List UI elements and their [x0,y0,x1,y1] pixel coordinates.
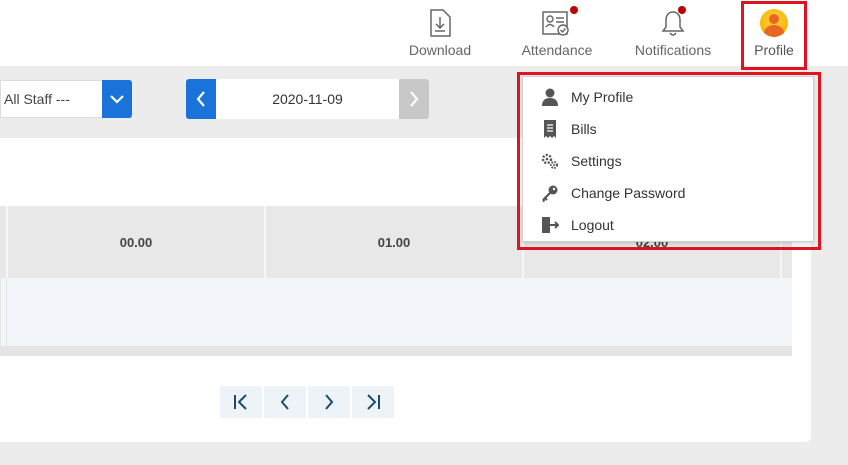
staff-select-value: All Staff --- [4,91,70,107]
column-header: 00.00 [6,206,264,278]
top-bar: Download Attendance Notifications Profil… [0,0,848,70]
attendance-label: Attendance [521,42,593,58]
last-page-icon [367,394,380,410]
pagination [220,386,394,418]
previous-date-button[interactable] [186,79,216,119]
row-divider [6,278,7,346]
profile-label: Profile [754,42,794,58]
next-page-button[interactable] [308,386,350,418]
notifications-label: Notifications [634,42,712,58]
table-row [0,278,792,346]
last-page-button[interactable] [352,386,394,418]
profile-button[interactable]: Profile [741,1,807,70]
attendance-badge [570,6,578,14]
first-page-button[interactable] [220,386,262,418]
download-button[interactable]: Download [405,0,475,66]
notifications-button[interactable]: Notifications [628,0,718,66]
column-header: 01.00 [264,206,522,278]
first-page-icon [234,394,247,410]
next-date-button[interactable] [399,79,429,119]
horizontal-scrollbar[interactable] [0,346,792,356]
date-value[interactable]: 2020-11-09 [216,79,399,119]
bell-icon [656,6,690,40]
notifications-badge [678,6,686,14]
chevron-left-icon [280,394,289,410]
chevron-down-icon[interactable] [102,80,132,118]
chevron-left-icon [196,91,205,107]
attendance-button[interactable]: Attendance [517,0,597,66]
chevron-right-icon [410,91,419,107]
date-picker: 2020-11-09 [186,79,429,119]
previous-page-button[interactable] [264,386,306,418]
highlight-frame [517,72,821,250]
avatar-icon [757,6,791,40]
download-icon [423,6,457,40]
download-label: Download [408,42,472,58]
staff-select[interactable]: All Staff --- [0,80,132,118]
chevron-right-icon [325,394,334,410]
attendance-icon [540,6,578,40]
